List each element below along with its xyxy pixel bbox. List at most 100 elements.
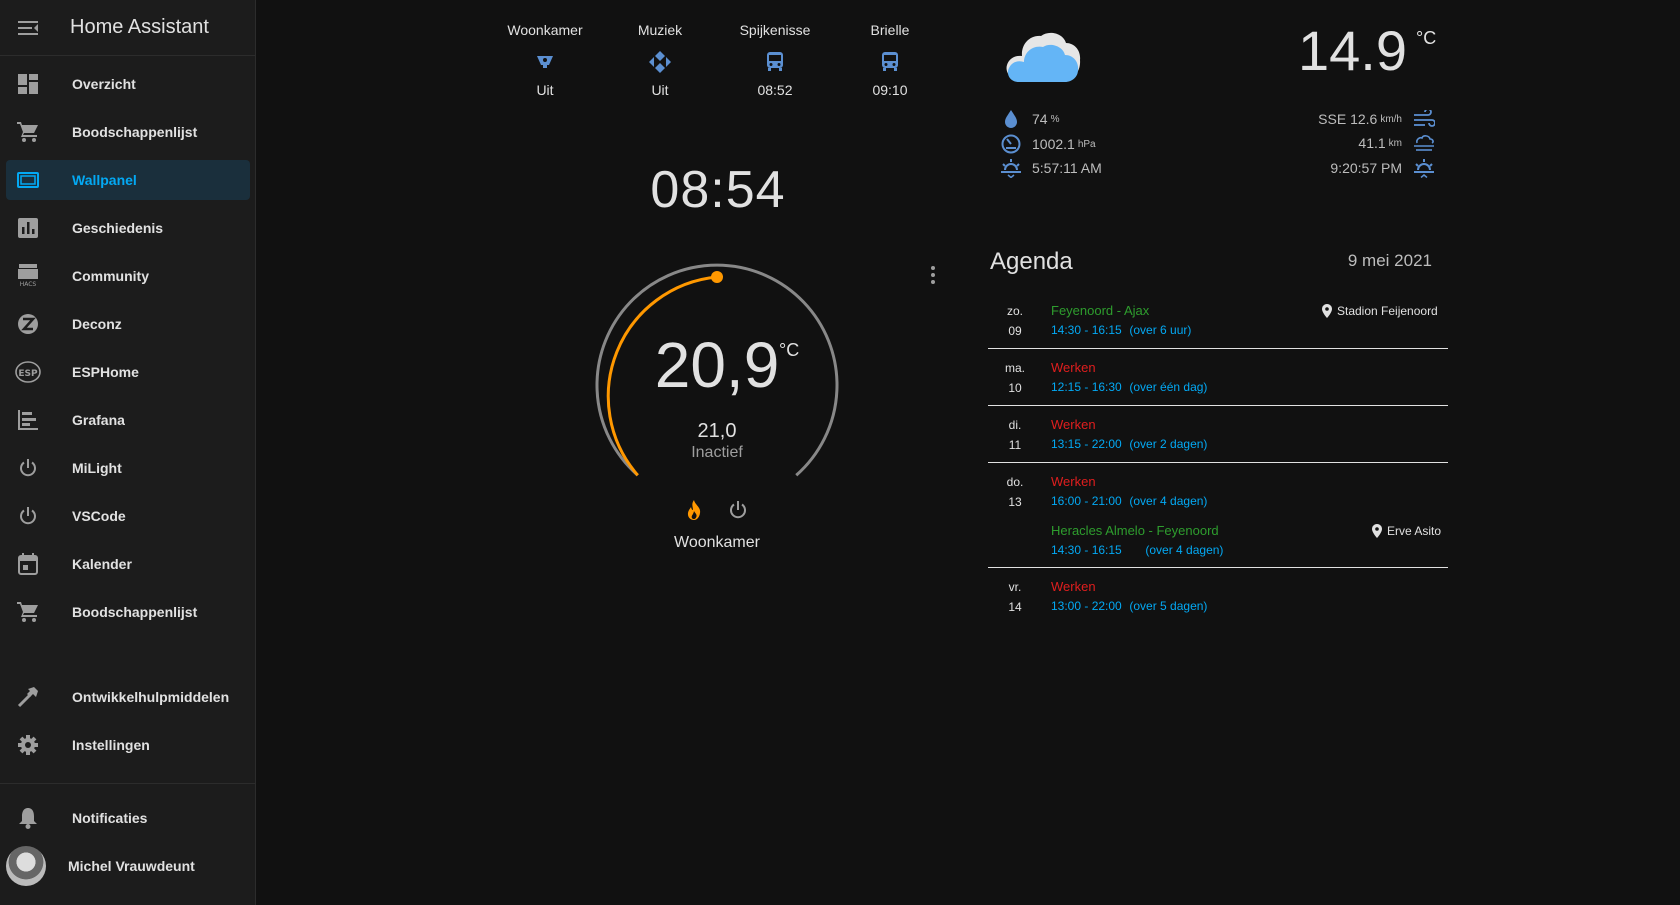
sidebar-item-label: ESPHome (72, 364, 139, 380)
sidebar-item-developer-tools[interactable]: Ontwikkelhulpmiddelen (6, 677, 250, 717)
event-time: 12:15 - 16:30 (1051, 380, 1122, 394)
agenda-daynum: 14 (1008, 600, 1022, 614)
sidebar-item-milight[interactable]: MiLight (6, 448, 250, 488)
sidebar-item-label: Wallpanel (72, 172, 137, 188)
chart-bar-icon (8, 218, 48, 238)
agenda-day: do. 13 (990, 472, 1040, 512)
avatar (6, 846, 46, 886)
agenda-dow: ma. (1004, 361, 1025, 375)
fog-icon (1412, 134, 1436, 152)
status-brielle[interactable]: Brielle 09:10 (840, 22, 940, 98)
sidebar-item-overzicht[interactable]: Overzicht (6, 64, 250, 104)
weather-visibility: 41.1 km (1296, 134, 1436, 152)
more-options-icon[interactable] (930, 265, 936, 290)
event-relative: (over 4 dagen) (1129, 494, 1208, 508)
event-location[interactable]: Stadion Feijenoord (1322, 304, 1438, 318)
sidebar: Home Assistant Overzicht Boodschappenlij… (0, 0, 256, 905)
status-name: Spijkenisse (739, 22, 811, 38)
sidebar-item-boodschappenlijst[interactable]: Boodschappenlijst (6, 112, 250, 152)
agenda-event[interactable]: Werken 16:00 - 21:00 (over 4 dagen) (1051, 472, 1207, 511)
sidebar-item-label: Boodschappenlijst (72, 124, 198, 140)
agenda-event[interactable]: Werken 12:15 - 16:30 (over één dag) (1051, 358, 1207, 397)
user-avatar (6, 846, 46, 886)
sidebar-item-kalender[interactable]: Kalender (6, 544, 250, 584)
event-relative: (over 2 dagen) (1129, 437, 1208, 451)
sidebar-item-label: Boodschappenlijst (72, 604, 198, 620)
humidity-value: 74 (1032, 111, 1048, 127)
status-spijkenisse[interactable]: Spijkenisse 08:52 (725, 22, 825, 98)
power-icon (8, 458, 48, 478)
thermostat-state: Inactief (691, 444, 743, 461)
svg-text:HACS: HACS (20, 281, 37, 288)
thermostat-current: 20,9 (654, 329, 780, 401)
sidebar-item-geschiedenis[interactable]: Geschiedenis (6, 208, 250, 248)
event-relative: (over 6 uur) (1129, 323, 1192, 337)
thermostat-unit: °C (779, 340, 800, 360)
kodi-icon (610, 44, 710, 80)
event-relative: (over één dag) (1129, 380, 1208, 394)
power-icon[interactable] (728, 500, 748, 520)
menu-icon[interactable] (0, 0, 56, 56)
event-time: 14:30 - 16:15 (1051, 323, 1122, 337)
visibility-value: 41.1 (1358, 135, 1386, 151)
bell-icon (8, 807, 48, 829)
agenda-separator (988, 567, 1448, 568)
sidebar-item-settings[interactable]: Instellingen (6, 725, 250, 765)
status-woonkamer[interactable]: Woonkamer Uit (495, 22, 595, 98)
sidebar-item-vscode[interactable]: VSCode (6, 496, 250, 536)
sidebar-item-grafana[interactable]: Grafana (6, 400, 250, 440)
sidebar-item-label: VSCode (72, 508, 126, 524)
sidebar-item-label: Ontwikkelhulpmiddelen (72, 689, 230, 705)
agenda-dow: zo. (1006, 304, 1023, 318)
sidebar-item-wallpanel[interactable]: Wallpanel (6, 160, 250, 200)
event-time: 16:00 - 21:00 (1051, 494, 1122, 508)
calendar-icon (8, 553, 48, 575)
status-value: Uit (651, 82, 669, 98)
humidity-unit: % (1050, 113, 1060, 125)
status-muziek[interactable]: Muziek Uit (610, 22, 710, 98)
agenda-event[interactable]: Feyenoord - Ajax 14:30 - 16:15 (over 6 u… (1051, 301, 1191, 340)
event-title: Werken (1051, 417, 1096, 432)
water-percent-icon (1000, 110, 1022, 128)
sidebar-item-label: Community (72, 268, 149, 284)
agenda-event[interactable]: Heracles Almelo - Feyenoord 14:30 - 16:1… (1051, 521, 1223, 560)
status-name: Brielle (870, 22, 910, 38)
sunset-value: 9:20:57 PM (1330, 160, 1402, 176)
agenda-event[interactable]: Werken 13:15 - 22:00 (over 2 dagen) (1051, 415, 1207, 454)
sidebar-header: Home Assistant (0, 0, 255, 56)
bus-icon (725, 44, 825, 80)
hacs-icon: HACS (8, 264, 48, 288)
event-relative: (over 5 dagen) (1129, 599, 1208, 613)
wind-value: SSE 12.6 (1318, 111, 1378, 127)
cloud-icon (1003, 15, 1083, 90)
sidebar-item-boodschappenlijst-2[interactable]: Boodschappenlijst (6, 592, 250, 632)
location-text: Erve Asito (1387, 524, 1442, 538)
sidebar-item-notifications[interactable]: Notificaties (6, 798, 250, 838)
sidebar-item-deconz[interactable]: Deconz (6, 304, 250, 344)
fire-icon[interactable] (686, 500, 702, 520)
thermostat-target: 21,0 (697, 420, 737, 442)
thermostat-card: 20,9 °C 21,0 Inactief Woonkamer (582, 260, 852, 560)
sidebar-item-esphome[interactable]: ESP ESPHome (6, 352, 250, 392)
agenda-event[interactable]: Werken 13:00 - 22:00 (over 5 dagen) (1051, 577, 1207, 616)
dial-handle (711, 271, 723, 283)
weather-temperature: 14.9 (1298, 19, 1407, 82)
sunrise-value: 5:57:11 AM (1032, 160, 1102, 176)
pressure-value: 1002.1 (1032, 136, 1075, 152)
event-time: 14:30 - 16:15 (1051, 543, 1122, 557)
event-time: 13:15 - 22:00 (1051, 437, 1122, 451)
hammer-icon (8, 686, 48, 708)
map-marker-icon (1372, 524, 1382, 538)
agenda-daynum: 10 (1008, 381, 1022, 395)
event-title: Feyenoord - Ajax (1051, 303, 1150, 318)
agenda-separator (988, 348, 1448, 349)
sidebar-item-community[interactable]: HACS Community (6, 256, 250, 296)
map-marker-icon (1322, 304, 1332, 318)
sidebar-item-user[interactable]: Michel Vrauwdeunt (6, 846, 250, 886)
status-value: 08:52 (757, 82, 793, 98)
thermostat-name: Woonkamer (674, 534, 760, 551)
sidebar-item-label: Instellingen (72, 737, 150, 753)
event-location[interactable]: Erve Asito (1372, 524, 1441, 538)
agenda-day: vr. 14 (990, 577, 1040, 617)
weather-sunrise: 5:57:11 AM (1000, 158, 1102, 178)
